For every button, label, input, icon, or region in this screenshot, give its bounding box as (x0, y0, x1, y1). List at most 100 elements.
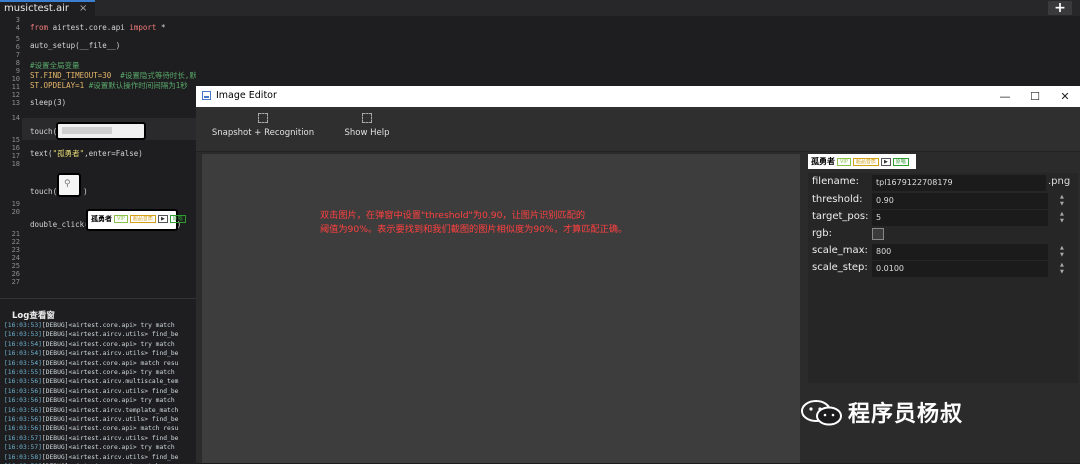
keyword: import (129, 23, 157, 32)
line-number: 6 (15, 43, 20, 51)
log-timestamp: [16:03:57] (4, 434, 42, 442)
close-button[interactable]: ✕ (1050, 86, 1080, 107)
log-line: [16:03:53][DEBUG]<airtest.aircv.utils> f… (4, 330, 196, 339)
annotation-line: 阈值为90%。表示要找到和我们截图的图片相似度为90%，才算匹配正确。 (320, 224, 628, 235)
line-number: 17 (11, 152, 20, 160)
threshold-spinner[interactable]: ▲ ▼ (1060, 194, 1064, 208)
code-text: touch( (30, 187, 58, 196)
log-timestamp: [16:03:54] (4, 350, 42, 358)
log-line: [16:03:58][DEBUG]<airtest.aircv.utils> f… (4, 453, 196, 462)
log-timestamp: [16:03:54] (4, 359, 42, 367)
watermark: 程序员杨叔 (801, 396, 963, 428)
code-line: auto_setup(__file__) (30, 41, 121, 50)
spin-down-icon[interactable]: ▼ (1060, 269, 1064, 275)
spin-up-icon[interactable]: ▲ (1060, 245, 1064, 251)
code-constant: ST.OPDELAY=1 (30, 81, 85, 90)
scale-step-row: scale_step: 0.0100 ▲ ▼ (808, 261, 1078, 278)
scale-max-row: scale_max: 800 ▲ ▼ (808, 244, 1078, 261)
add-tab-button[interactable]: + (1048, 1, 1072, 15)
log-message: [DEBUG]<airtest.aircv.template_match (41, 406, 179, 414)
log-line: [16:03:56][DEBUG]<airtest.core.api> try … (4, 396, 196, 405)
line-number: 11 (11, 83, 20, 91)
log-timestamp: [16:03:57] (4, 444, 42, 452)
annotation-line: 双击图片，在弹窗中设置"threshold"为0.90，让图片识别匹配的 (320, 210, 586, 221)
snapshot-recognition-button[interactable]: Snapshot + Recognition (208, 113, 318, 138)
quality-badge: 超品音质 (129, 215, 156, 223)
keyword: from (30, 23, 49, 32)
threshold-field[interactable]: 0.90 (872, 193, 1048, 209)
log-message: [DEBUG]<airtest.core.api> try match (41, 397, 175, 405)
log-line: [16:03:57][DEBUG]<airtest.aircv.utils> f… (4, 434, 196, 443)
screenshot-thumbnail-song[interactable]: 孤勇者 VIP 超品音质 ▶ 原唱 (86, 209, 186, 231)
spin-down-icon[interactable]: ▼ (1060, 252, 1064, 258)
scale-max-spinner[interactable]: ▲ ▼ (1060, 245, 1064, 259)
line-number: 16 (11, 144, 20, 152)
window-titlebar[interactable]: Image Editor — ☐ ✕ (196, 86, 1080, 107)
play-icon: ▶ (157, 215, 168, 223)
spin-down-icon[interactable]: ▼ (1060, 201, 1064, 207)
log-line: [16:03:55][DEBUG]<airtest.core.api> try … (4, 368, 196, 377)
snapshot-icon (258, 113, 268, 123)
spin-up-icon[interactable]: ▲ (1060, 194, 1064, 200)
log-line: [16:03:54][DEBUG]<airtest.core.api> try … (4, 340, 196, 349)
log-timestamp: [16:03:56] (4, 425, 42, 433)
threshold-row: threshold: 0.90 ▲ ▼ (808, 193, 1078, 210)
module-name: airtest.core.api (48, 23, 130, 32)
filename-extension: .png (1048, 176, 1071, 187)
log-message: [DEBUG]<airtest.aircv.utils> find_be (41, 350, 179, 358)
filename-field[interactable]: tpl1679122708179 (872, 175, 1046, 191)
screenshot-thumbnail-search[interactable]: ⚲ (57, 173, 81, 197)
line-number: 12 (11, 91, 20, 99)
spin-up-icon[interactable]: ▲ (1060, 262, 1064, 268)
scale-step-label: scale_step: (812, 262, 868, 273)
properties-table: filename: tpl1679122708179 .png threshol… (808, 173, 1078, 383)
log-timestamp: [16:03:58] (4, 453, 42, 461)
image-editor-icon (202, 91, 211, 100)
code-text: touch( (30, 127, 58, 136)
show-help-button[interactable]: Show Help (336, 113, 398, 138)
line-number: 7 (15, 51, 20, 59)
song-title: 孤勇者 (91, 215, 112, 223)
maximize-button[interactable]: ☐ (1020, 86, 1050, 107)
log-line: [16:03:53][DEBUG]<airtest.core.api> try … (4, 321, 196, 330)
spin-up-icon[interactable]: ▲ (1060, 211, 1064, 217)
line-number: 27 (11, 278, 20, 286)
scale-max-label: scale_max: (812, 245, 868, 256)
log-panel-title: Log查看窗 (12, 311, 55, 321)
tab-musictest[interactable]: musictest.air × (0, 0, 96, 16)
log-message: [DEBUG]<airtest.aircv.multiscale_tem (41, 378, 179, 386)
line-number: 25 (11, 262, 20, 270)
code-text: * (156, 23, 166, 32)
quality-badge: 超品音质 (852, 157, 879, 166)
threshold-label: threshold: (812, 194, 863, 205)
minimize-button[interactable]: — (990, 86, 1020, 107)
target-pos-spinner[interactable]: ▲ ▼ (1060, 211, 1064, 225)
rgb-checkbox[interactable] (872, 228, 884, 240)
scale-max-field[interactable]: 800 (872, 244, 1048, 260)
tab-close-icon[interactable]: × (79, 3, 87, 14)
log-panel: Log查看窗 [16:03:53][DEBUG]<airtest.core.ap… (0, 298, 196, 464)
target-pos-field[interactable]: 5 (872, 210, 1048, 226)
code-editor[interactable]: 3 4 5 6 7 8 9 10 11 12 13 14 15 16 17 18… (0, 16, 374, 298)
code-line: ST.OPDELAY=1 #设置默认操作时间间隔为1秒 (30, 80, 188, 91)
code-text: double_click( (30, 220, 89, 229)
log-line: [16:03:56][DEBUG]<airtest.aircv.utils> f… (4, 415, 196, 424)
image-canvas[interactable]: 双击图片，在弹窗中设置"threshold"为0.90，让图片识别匹配的 阈值为… (202, 154, 800, 463)
log-timestamp: [16:03:55] (4, 369, 42, 377)
log-list[interactable]: [16:03:53][DEBUG]<airtest.core.api> try … (4, 321, 196, 464)
spin-down-icon[interactable]: ▼ (1060, 218, 1064, 224)
line-number: 18 (11, 160, 20, 168)
vip-badge: VIP (837, 157, 851, 166)
log-message: [DEBUG]<airtest.core.api> try match (41, 444, 175, 452)
help-icon (362, 113, 372, 123)
scale-step-spinner[interactable]: ▲ ▼ (1060, 262, 1064, 276)
thumbnail-content (62, 127, 112, 134)
window-title: Image Editor (216, 90, 277, 101)
filename-label: filename: (812, 176, 859, 187)
code-text: ,enter=False) (84, 149, 143, 158)
screenshot-thumbnail[interactable] (56, 122, 146, 140)
target-pos-label: target_pos: (812, 211, 869, 222)
line-number: 24 (11, 254, 20, 262)
line-number: 3 (15, 16, 20, 24)
scale-step-field[interactable]: 0.0100 (872, 261, 1048, 277)
